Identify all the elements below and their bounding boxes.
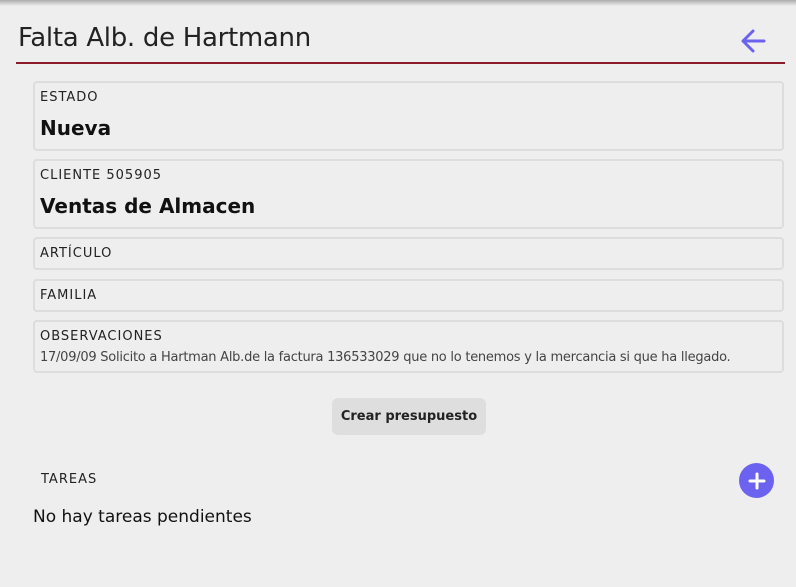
plus-icon: [748, 472, 765, 489]
estado-label: ESTADO: [40, 90, 99, 105]
page-header: Falta Alb. de Hartmann: [16, 18, 785, 64]
articulo-field: ARTÍCULO: [33, 237, 784, 270]
observaciones-label: OBSERVACIONES: [40, 329, 163, 344]
page-title: Falta Alb. de Hartmann: [18, 23, 311, 53]
familia-label: FAMILIA: [40, 288, 98, 303]
empty-tasks-message: No hay tareas pendientes: [33, 507, 252, 527]
estado-field: ESTADO Nueva: [33, 81, 784, 151]
familia-field: FAMILIA: [33, 279, 784, 312]
observaciones-text: 17/09/09 Solicito a Hartman Alb.de la fa…: [40, 350, 731, 365]
create-budget-button[interactable]: Crear presupuesto: [332, 398, 486, 435]
observaciones-field: OBSERVACIONES 17/09/09 Solicito a Hartma…: [33, 320, 784, 373]
cliente-label: CLIENTE 505905: [40, 168, 163, 183]
arrow-left-icon: [741, 29, 766, 53]
cliente-value: Ventas de Almacen: [40, 194, 256, 218]
back-button[interactable]: [734, 22, 772, 60]
top-shadow: [0, 0, 796, 6]
tasks-section-label: TAREAS: [41, 472, 98, 487]
cliente-field: CLIENTE 505905 Ventas de Almacen: [33, 159, 784, 229]
add-task-button[interactable]: [739, 463, 774, 498]
estado-value: Nueva: [40, 116, 112, 140]
articulo-label: ARTÍCULO: [40, 246, 113, 261]
